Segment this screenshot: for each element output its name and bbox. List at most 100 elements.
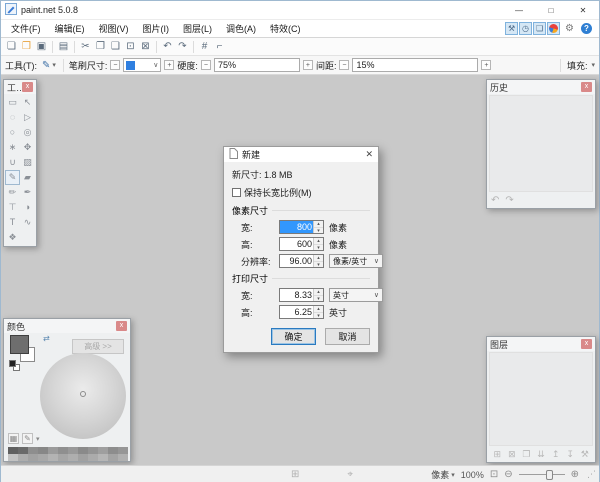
history-panel-header[interactable]: 历史 x — [487, 80, 595, 94]
colors-panel-close-button[interactable]: x — [116, 321, 127, 331]
minimize-button[interactable]: — — [503, 1, 535, 19]
add-layer-button[interactable]: ⊞ — [491, 450, 504, 459]
pixel-width-input[interactable]: 800 ▴ ▾ — [279, 220, 324, 234]
palette-swatch[interactable] — [8, 454, 18, 461]
spacing-input[interactable]: 15% — [352, 58, 479, 72]
layers-list[interactable] — [489, 352, 593, 446]
move-layer-down-button[interactable]: ↧ — [564, 450, 577, 459]
print-button[interactable]: ▤ — [56, 39, 71, 54]
palette-swatch[interactable] — [18, 447, 28, 454]
delete-layer-button[interactable]: ⊠ — [506, 450, 519, 459]
tool-eraser[interactable]: ▰ — [20, 170, 35, 185]
layers-panel-header[interactable]: 图层 x — [487, 337, 595, 351]
tool-move-selection[interactable]: ▷ — [20, 110, 35, 125]
toggle-history-button[interactable]: ◷ — [519, 22, 533, 35]
palette-swatch[interactable] — [118, 447, 128, 454]
tool-paint-bucket[interactable]: ∪ — [5, 155, 20, 170]
palette-swatch[interactable] — [108, 447, 118, 454]
palette-swatch[interactable] — [98, 454, 108, 461]
duplicate-layer-button[interactable]: ❐ — [520, 450, 533, 459]
ruler-button[interactable]: ⌐ — [212, 39, 227, 54]
grid-button[interactable]: # — [197, 39, 212, 54]
print-height-input[interactable]: 6.25 ▴ ▾ — [279, 305, 324, 319]
palette-swatch[interactable] — [28, 447, 38, 454]
tool-line-curve[interactable]: ∿ — [20, 215, 35, 230]
palette-swatch[interactable] — [38, 447, 48, 454]
hardness-decrease-button[interactable]: − — [200, 60, 211, 70]
spacing-increase-button[interactable]: + — [481, 60, 492, 70]
zoom-in-icon[interactable]: ⊕ — [571, 469, 579, 480]
primary-color-swatch[interactable] — [10, 335, 29, 354]
resolution-input[interactable]: 96.00 ▴ ▾ — [279, 254, 324, 268]
menu-item-0[interactable]: 文件(F) — [4, 20, 48, 37]
pixel-height-spinner[interactable]: ▴ ▾ — [313, 238, 323, 251]
tools-panel-close-button[interactable]: x — [22, 82, 33, 92]
menu-item-5[interactable]: 调色(A) — [219, 20, 263, 37]
layers-panel-close-button[interactable]: x — [581, 339, 592, 349]
palette-swatch[interactable] — [48, 454, 58, 461]
tool-lasso-select[interactable]: ◌ — [5, 110, 20, 125]
ok-button[interactable]: 确定 — [271, 328, 316, 345]
maintain-aspect-checkbox[interactable]: 保持长宽比例(M) — [232, 186, 370, 199]
undo-button[interactable]: ↶ — [160, 39, 175, 54]
redo-button[interactable]: ↷ — [175, 39, 190, 54]
palette-swatch[interactable] — [88, 447, 98, 454]
menu-item-4[interactable]: 图层(L) — [176, 20, 219, 37]
canvas-workspace[interactable]: 工具 x ▭ ↖ ◌ ▷ ○ ◎ ∗ ✥ ∪ ▨ ✎ ▰ ✏ ✒ ⊤ ◑ T ∿ ❖ 历史 x ↶ ↷ 颜色 x — [1, 75, 599, 465]
menu-item-1[interactable]: 编辑(E) — [48, 20, 92, 37]
print-width-spinner[interactable]: ▴ ▾ — [313, 289, 323, 302]
redo-icon[interactable]: ↷ — [505, 195, 513, 206]
toggle-layers-button[interactable]: ❏ — [533, 22, 547, 35]
dialog-title-bar[interactable]: 新建 ✕ — [224, 147, 378, 162]
maximize-button[interactable]: □ — [535, 1, 567, 19]
open-button[interactable]: ❒ — [19, 39, 34, 54]
resize-grip-icon[interactable]: ⋰ — [585, 469, 596, 480]
tool-ellipse-select[interactable]: ○ — [5, 125, 20, 140]
colors-panel-header[interactable]: 颜色 x — [4, 319, 130, 333]
palette-swatch[interactable] — [78, 454, 88, 461]
title-bar[interactable]: paint.net 5.0.8 — □ ✕ — [1, 1, 599, 19]
hardness-increase-button[interactable]: + — [302, 60, 313, 70]
palette-menu-button[interactable]: ✎ — [22, 433, 33, 444]
palette-swatch[interactable] — [28, 454, 38, 461]
tool-paintbrush[interactable]: ✎ — [5, 170, 20, 185]
tool-clone-stamp[interactable]: ⊤ — [5, 200, 20, 215]
tool-magic-wand[interactable]: ∗ — [5, 140, 20, 155]
brush-size-decrease-button[interactable]: − — [110, 60, 121, 70]
zoom-fit-icon[interactable]: ⊡ — [490, 469, 498, 480]
palette-swatch[interactable] — [8, 447, 18, 454]
print-width-input[interactable]: 8.33 ▴ ▾ — [279, 288, 324, 302]
active-tool-button[interactable]: ✎ ▾ — [40, 60, 58, 71]
palette-swatch[interactable] — [118, 454, 128, 461]
tool-text[interactable]: T — [5, 215, 20, 230]
hardness-input[interactable]: 75% — [213, 58, 300, 72]
zoom-slider[interactable] — [518, 469, 565, 481]
print-width-unit-select[interactable]: 英寸 ∨ — [329, 288, 383, 302]
tool-zoom[interactable]: ◎ — [20, 125, 35, 140]
deselect-button[interactable]: ⊠ — [138, 39, 153, 54]
color-wheel[interactable] — [40, 353, 126, 439]
resolution-spinner[interactable]: ▴ ▾ — [313, 255, 323, 268]
new-button[interactable]: ❏ — [4, 39, 19, 54]
zoom-slider-thumb[interactable] — [545, 469, 553, 480]
brush-size-increase-button[interactable]: + — [164, 60, 175, 70]
menu-item-6[interactable]: 特效(C) — [263, 20, 308, 37]
tool-move-selected-pixels[interactable]: ↖ — [20, 95, 35, 110]
toggle-colors-button[interactable] — [547, 22, 561, 35]
palette-swatch[interactable] — [58, 447, 68, 454]
tool-rectangle-select[interactable]: ▭ — [5, 95, 20, 110]
palette-swatch[interactable] — [78, 447, 88, 454]
brush-size-select[interactable]: ∨ — [123, 58, 162, 72]
palette-swatch[interactable] — [38, 454, 48, 461]
save-button[interactable]: ▣ — [34, 39, 49, 54]
swap-colors-icon[interactable]: ⇄ — [43, 334, 50, 343]
menu-item-3[interactable]: 图片(I) — [136, 20, 177, 37]
unit-select[interactable]: 像素 ▾ — [431, 468, 455, 481]
palette-swatch[interactable] — [88, 454, 98, 461]
help-button[interactable]: ? — [579, 23, 594, 34]
cut-button[interactable]: ✂ — [78, 39, 93, 54]
paste-button[interactable]: ❑ — [108, 39, 123, 54]
toggle-tools-button[interactable]: ⚒ — [505, 22, 519, 35]
tool-color-picker[interactable]: ✒ — [20, 185, 35, 200]
spacing-decrease-button[interactable]: − — [339, 60, 350, 70]
